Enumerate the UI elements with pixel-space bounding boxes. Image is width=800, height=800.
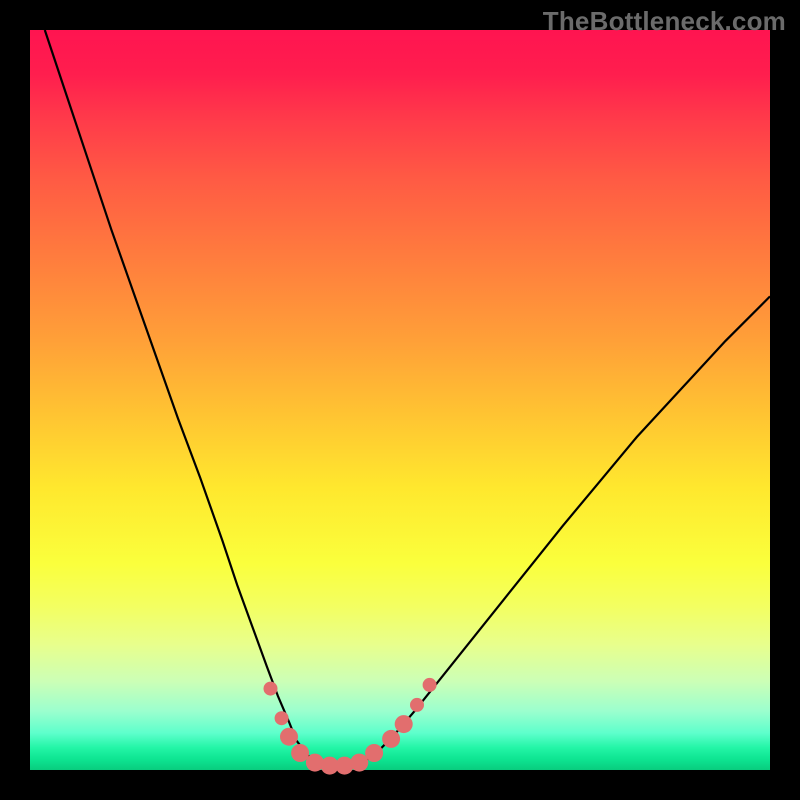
highlight-marker bbox=[395, 715, 413, 733]
highlight-markers bbox=[264, 678, 437, 775]
highlight-marker bbox=[423, 678, 437, 692]
highlight-marker bbox=[275, 711, 289, 725]
highlight-marker bbox=[291, 744, 309, 762]
highlight-marker bbox=[306, 754, 324, 772]
highlight-marker bbox=[280, 728, 298, 746]
highlight-marker bbox=[382, 730, 400, 748]
highlight-marker bbox=[410, 698, 424, 712]
chart-svg bbox=[0, 0, 800, 800]
highlight-marker bbox=[264, 682, 278, 696]
highlight-marker bbox=[365, 744, 383, 762]
highlight-marker bbox=[350, 754, 368, 772]
bottleneck-curve bbox=[45, 30, 770, 766]
highlight-marker bbox=[336, 757, 354, 775]
